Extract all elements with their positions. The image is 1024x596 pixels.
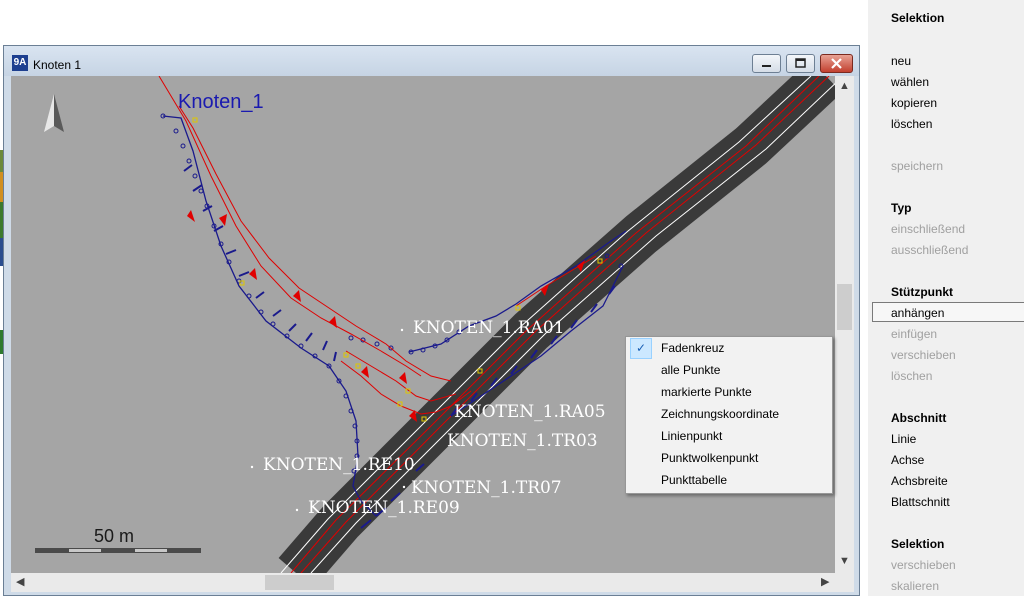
panel-item-blattschnitt[interactable]: Blattschnitt xyxy=(891,495,950,509)
scale-label: 50 m xyxy=(94,526,135,546)
menu-item-markierte-punkte[interactable]: markierte Punkte xyxy=(629,382,829,403)
window-title: Knoten 1 xyxy=(33,58,82,72)
window-titlebar[interactable]: 9A Knoten 1 xyxy=(4,46,859,76)
menu-item-linienpunkt[interactable]: Linienpunkt xyxy=(629,426,829,447)
panel-item-verschieben: verschieben xyxy=(891,348,956,362)
horizontal-scroll-thumb[interactable] xyxy=(265,575,334,590)
knoten-window: 9A Knoten 1 Knoten_1 KNOTEN_1.RA01 KNOTE… xyxy=(3,45,860,596)
maximize-icon xyxy=(795,58,806,68)
node-label: KNOTEN_1.RA05 xyxy=(454,402,606,422)
north-arrow-icon xyxy=(44,94,64,132)
panel-item-loeschen[interactable]: löschen xyxy=(891,117,932,131)
panel-item-ausschliessend: ausschließend xyxy=(891,243,969,257)
menu-item-label: Linienpunkt xyxy=(661,429,723,443)
panel-item-linie[interactable]: Linie xyxy=(891,432,916,446)
panel-item-einschliessend: einschließend xyxy=(891,222,966,236)
panel-item-einfuegen: einfügen xyxy=(891,327,938,341)
scrollbar-corner xyxy=(835,573,854,592)
node-label: KNOTEN_1.TR07 xyxy=(411,478,562,498)
panel-item-achse[interactable]: Achse xyxy=(891,453,924,467)
scroll-left-arrow[interactable]: ◀ xyxy=(16,577,24,588)
app-icon: 9A xyxy=(12,55,28,71)
panel-item-neu[interactable]: neu xyxy=(891,54,911,68)
scale-bar xyxy=(35,548,201,553)
scroll-up-arrow[interactable]: ▲ xyxy=(839,81,850,92)
menu-item-label: Zeichnungskoordinate xyxy=(661,407,780,421)
close-button[interactable] xyxy=(820,54,853,73)
panel-item-loeschen-punkt: löschen xyxy=(891,369,933,383)
minimize-icon xyxy=(762,65,771,67)
panel-item-verschieben-sel: verschieben xyxy=(891,558,956,572)
menu-item-punkttabelle[interactable]: Punkttabelle xyxy=(629,470,829,491)
section-heading-typ: Typ xyxy=(891,201,912,215)
side-panel: Selektion neu wählen kopieren löschen sp… xyxy=(868,0,1024,596)
menu-item-label: Fadenkreuz xyxy=(661,341,725,355)
panel-item-speichern: speichern xyxy=(891,159,944,173)
node-label: KNOTEN_1.RA01 xyxy=(413,318,565,338)
panel-item-waehlen[interactable]: wählen xyxy=(891,75,929,89)
close-icon xyxy=(831,58,842,69)
node-label: KNOTEN_1.RE10 xyxy=(263,455,415,475)
node-title: Knoten_1 xyxy=(178,91,264,113)
minimize-button[interactable] xyxy=(752,54,781,73)
panel-item-achsbreite[interactable]: Achsbreite xyxy=(891,474,948,488)
menu-item-fadenkreuz[interactable]: ✓ Fadenkreuz xyxy=(629,338,829,359)
panel-item-anhaengen[interactable]: anhängen xyxy=(891,306,944,320)
maximize-button[interactable] xyxy=(786,54,815,73)
menu-item-zeichnungskoordinate[interactable]: Zeichnungskoordinate xyxy=(629,404,829,425)
menu-item-label: Punkttabelle xyxy=(661,473,728,487)
check-icon: ✓ xyxy=(630,338,652,359)
horizontal-scrollbar[interactable]: ◀ ▶ xyxy=(11,573,835,592)
menu-item-punktwolkenpunkt[interactable]: Punktwolkenpunkt xyxy=(629,448,829,469)
scroll-right-arrow[interactable]: ▶ xyxy=(821,577,829,588)
node-label: KNOTEN_1.RE09 xyxy=(308,498,460,518)
menu-item-label: alle Punkte xyxy=(661,363,721,377)
panel-item-skalieren: skalieren xyxy=(891,579,940,593)
menu-item-label: markierte Punkte xyxy=(661,385,752,399)
scroll-down-arrow[interactable]: ▼ xyxy=(839,556,850,567)
menu-item-alle-punkte[interactable]: alle Punkte xyxy=(629,360,829,381)
section-heading-selektion-2: Selektion xyxy=(891,537,945,551)
section-heading-abschnitt: Abschnitt xyxy=(891,411,947,425)
context-menu: ✓ Fadenkreuz alle Punkte markierte Punkt… xyxy=(625,336,833,494)
section-heading-selektion: Selektion xyxy=(891,11,945,25)
vertical-scrollbar[interactable]: ▲ ▼ xyxy=(835,76,854,573)
vertical-scroll-thumb[interactable] xyxy=(837,284,852,330)
panel-item-kopieren[interactable]: kopieren xyxy=(891,96,937,110)
section-heading-stuetzpunkt: Stützpunkt xyxy=(891,285,953,299)
menu-item-label: Punktwolkenpunkt xyxy=(661,451,759,465)
map-canvas[interactable]: Knoten_1 KNOTEN_1.RA01 KNOTEN_1.RA05 KNO… xyxy=(11,76,835,573)
node-label: KNOTEN_1.TR03 xyxy=(447,431,598,451)
